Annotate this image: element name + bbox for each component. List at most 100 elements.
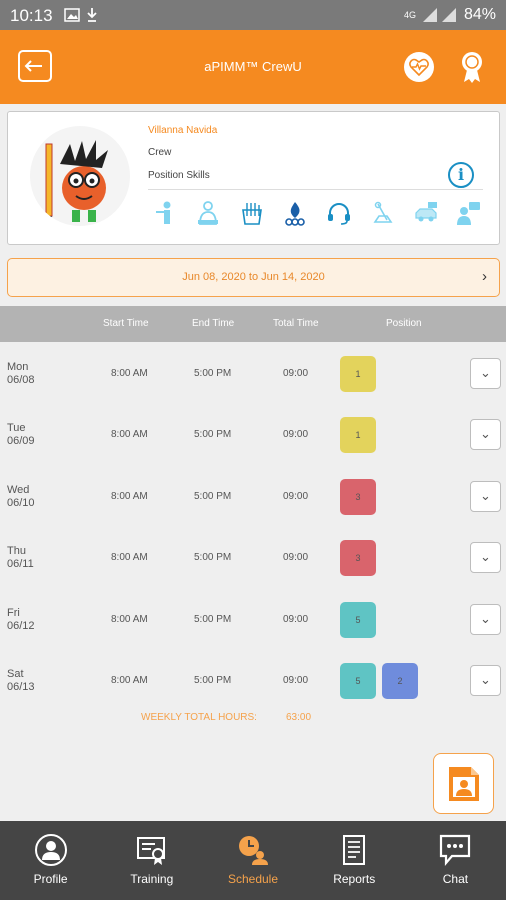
profile-icon: [34, 834, 67, 866]
schedule-document-button[interactable]: [433, 753, 494, 814]
cashier-icon[interactable]: [195, 200, 221, 226]
position-badge[interactable]: 3: [340, 478, 376, 515]
row-date: 06/10: [7, 496, 35, 509]
nav-profile[interactable]: Profile: [0, 821, 101, 900]
fry-station-icon[interactable]: [239, 200, 265, 226]
position-badge[interactable]: 1: [340, 356, 376, 392]
table-row: Mon 06/08 8:00 AM 5:00 PM 09:00 1 ⌄: [0, 342, 506, 403]
profile-name: Villanna Navida: [148, 125, 218, 136]
drive-thru-icon[interactable]: [413, 200, 439, 226]
network-type: 4G: [403, 10, 416, 20]
bottom-navigation: Profile Training Schedule Reports Chat: [0, 821, 506, 900]
avatar: [30, 126, 130, 226]
nav-chat[interactable]: Chat: [405, 821, 506, 900]
nav-schedule-label: Schedule: [227, 872, 279, 886]
chevron-right-icon[interactable]: ›: [482, 268, 487, 285]
row-total-time: 09:00: [283, 674, 309, 686]
row-end-time: 5:00 PM: [194, 552, 232, 564]
nav-schedule[interactable]: Schedule: [202, 821, 303, 900]
skill-icons-row: [152, 200, 482, 226]
expand-row-button[interactable]: ⌄: [470, 664, 501, 696]
expand-row-button[interactable]: ⌄: [470, 542, 501, 574]
gallery-download-icon: [64, 8, 97, 22]
table-row: Tue 06/09 8:00 AM 5:00 PM 09:00 1 ⌄: [0, 403, 506, 464]
award-ribbon-icon: [462, 52, 482, 83]
weekly-total-label: WEEKLY TOTAL HOURS:: [141, 712, 257, 723]
row-weekday: Fri: [7, 606, 20, 619]
health-button[interactable]: [404, 52, 434, 82]
row-date: 06/11: [7, 558, 34, 571]
row-end-time: 5:00 PM: [194, 429, 232, 441]
nav-reports[interactable]: Reports: [304, 821, 405, 900]
chevron-down-icon: ⌄: [480, 610, 491, 626]
nav-training[interactable]: Training: [101, 821, 202, 900]
table-row: Fri 06/12 8:00 AM 5:00 PM 09:00 5 ⌄: [0, 588, 506, 649]
position-skills-label: Position Skills: [148, 170, 210, 181]
row-total-time: 09:00: [283, 368, 309, 379]
row-weekday: Mon: [7, 361, 29, 373]
expand-row-button[interactable]: ⌄: [470, 603, 501, 635]
header-end-time: End Time: [192, 318, 235, 329]
schedule-icon: [239, 836, 268, 865]
info-icon[interactable]: i: [448, 162, 474, 188]
host-icon[interactable]: [152, 200, 178, 226]
row-end-time: 5:00 PM: [194, 368, 232, 379]
position-badge[interactable]: 5: [340, 601, 376, 638]
chevron-down-icon: ⌄: [480, 487, 491, 503]
row-start-time: 8:00 AM: [111, 552, 148, 564]
expand-row-button[interactable]: ⌄: [470, 358, 501, 389]
status-time: 10:13: [10, 6, 53, 25]
status-right: 4G 84%: [404, 6, 496, 24]
row-day: Tue 06/09: [7, 422, 35, 448]
grill-icon[interactable]: [282, 200, 308, 226]
presenter-icon[interactable]: [456, 200, 482, 226]
row-day: Sat 06/13: [7, 668, 35, 694]
chevron-down-icon: ⌄: [480, 365, 491, 380]
notification-icons: [64, 7, 104, 26]
row-total-time: 09:00: [283, 613, 309, 625]
nav-chat-label: Chat: [442, 872, 469, 886]
award-button[interactable]: [458, 50, 486, 84]
chevron-down-icon: ⌄: [480, 426, 491, 442]
row-end-time: 5:00 PM: [194, 613, 232, 625]
row-date: 06/09: [7, 435, 35, 448]
heart-pulse-icon: [409, 58, 429, 76]
row-weekday: Sat: [7, 667, 24, 680]
row-date: 06/13: [7, 680, 35, 693]
nav-training-label: Training: [130, 872, 174, 886]
nav-reports-label: Reports: [333, 872, 376, 886]
cleaning-icon[interactable]: [369, 200, 395, 226]
row-date: 06/08: [7, 374, 35, 386]
status-bar: 10:13 4G 84%: [0, 0, 506, 30]
battery-level: 84%: [463, 6, 496, 23]
row-start-time: 8:00 AM: [111, 429, 148, 441]
position-badge[interactable]: 5: [340, 662, 376, 699]
divider: [148, 189, 483, 190]
headset-icon[interactable]: [326, 200, 352, 226]
position-badge[interactable]: 2: [382, 662, 418, 699]
schedule-document-icon: [448, 766, 479, 801]
row-total-time: 09:00: [283, 490, 309, 502]
table-row: Wed 06/10 8:00 AM 5:00 PM 09:00 3 ⌄: [0, 465, 506, 526]
position-badge[interactable]: 3: [340, 540, 376, 577]
reports-icon: [343, 835, 366, 865]
signal-icon: [422, 8, 456, 22]
expand-row-button[interactable]: ⌄: [470, 419, 501, 451]
header-start-time: Start Time: [103, 318, 149, 329]
row-weekday: Wed: [7, 483, 30, 496]
date-range-selector[interactable]: Jun 08, 2020 to Jun 14, 2020 ›: [7, 258, 500, 297]
nav-profile-label: Profile: [33, 872, 68, 886]
position-badge[interactable]: 1: [340, 417, 376, 454]
expand-row-button[interactable]: ⌄: [470, 480, 501, 512]
header-total-time: Total Time: [273, 318, 319, 329]
weekly-total-value: 63:00: [286, 712, 312, 723]
table-row: Sat 06/13 8:00 AM 5:00 PM 09:00 52 ⌄: [0, 649, 506, 710]
profile-card: Villanna Navida Crew Position Skills i: [7, 111, 500, 245]
date-range-label: Jun 08, 2020 to Jun 14, 2020: [182, 271, 325, 283]
row-start-time: 8:00 AM: [111, 490, 148, 502]
training-icon: [136, 837, 165, 865]
row-day: Mon 06/08: [7, 361, 35, 387]
row-total-time: 09:00: [283, 552, 309, 564]
row-start-time: 8:00 AM: [111, 368, 148, 379]
chevron-down-icon: ⌄: [480, 549, 491, 565]
